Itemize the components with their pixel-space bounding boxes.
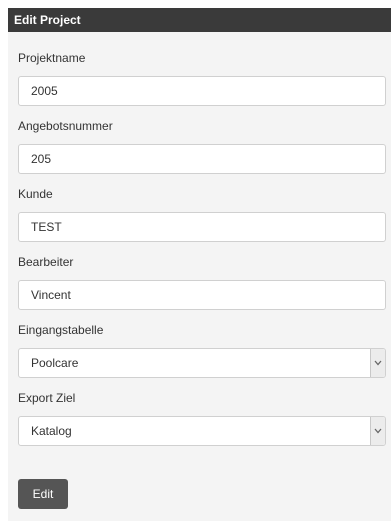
export-ziel-label: Export Ziel: [18, 391, 76, 405]
edit-button[interactable]: Edit: [18, 479, 68, 509]
export-ziel-selected-value: Katalog: [31, 424, 72, 438]
eingangstabelle-select[interactable]: Poolcare: [18, 348, 386, 378]
eingangstabelle-selected-value: Poolcare: [31, 356, 79, 370]
bearbeiter-label: Bearbeiter: [18, 255, 74, 269]
projektname-field[interactable]: [18, 76, 386, 106]
chevron-down-icon[interactable]: [370, 417, 385, 445]
kunde-label: Kunde: [18, 187, 53, 201]
projektname-label: Projektname: [18, 51, 86, 65]
kunde-field[interactable]: [18, 212, 386, 242]
bearbeiter-field[interactable]: [18, 280, 386, 310]
edit-project-panel: Edit Project Projektname Angebotsnummer …: [8, 8, 391, 521]
chevron-down-icon[interactable]: [370, 349, 385, 377]
export-ziel-select[interactable]: Katalog: [18, 416, 386, 446]
panel-title: Edit Project: [8, 8, 391, 32]
angebotsnummer-label: Angebotsnummer: [18, 119, 113, 133]
angebotsnummer-field[interactable]: [18, 144, 386, 174]
eingangstabelle-label: Eingangstabelle: [18, 323, 104, 337]
project-form: Projektname Angebotsnummer Kunde Bearbei…: [8, 50, 391, 446]
